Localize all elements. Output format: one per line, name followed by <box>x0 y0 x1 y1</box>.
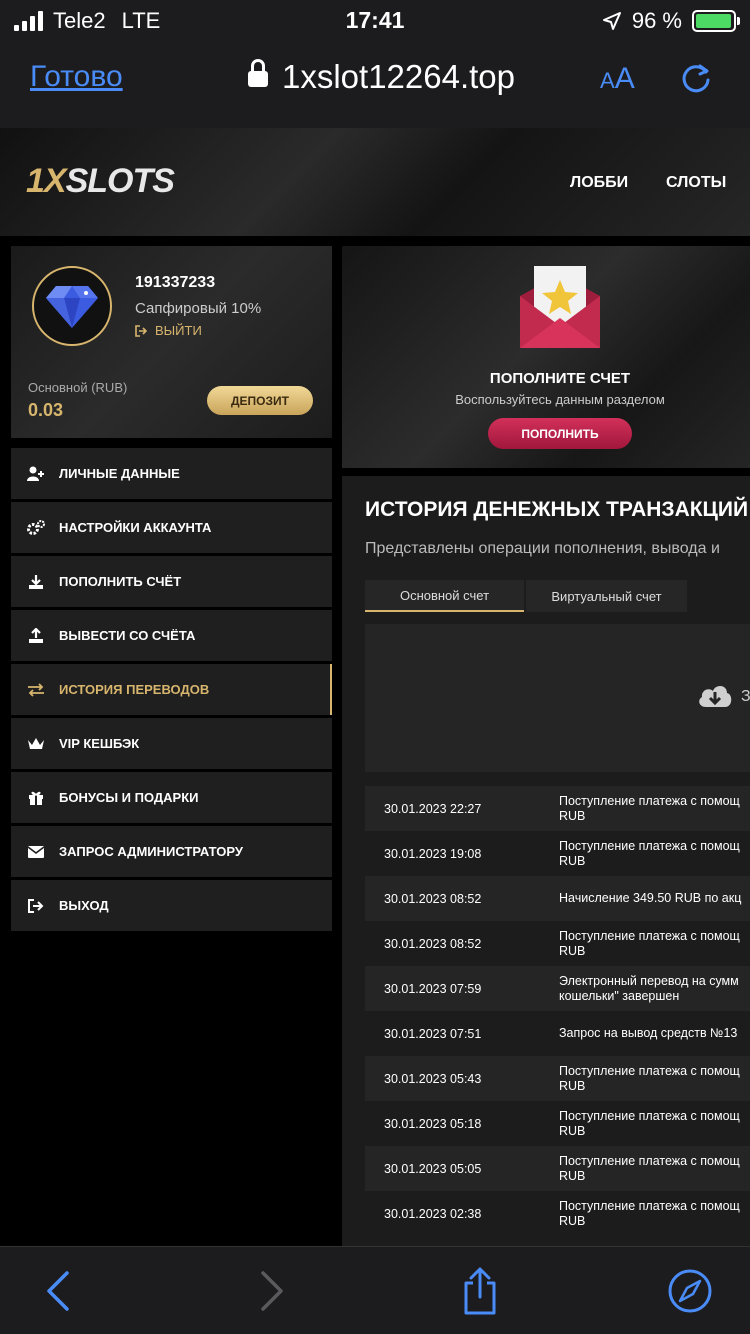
forward-button[interactable] <box>248 1267 296 1315</box>
tab-virtual-account[interactable]: Виртуальный счет <box>526 580 687 612</box>
cloud-download-icon[interactable] <box>697 682 733 708</box>
menu-item-vip-cashback[interactable]: VIP КЕШБЭК <box>11 718 332 769</box>
row-description: Поступление платежа с помощ RUB <box>559 1198 740 1228</box>
table-row: 30.01.2023 05:43 Поступление платежа с по… <box>365 1056 750 1101</box>
row-description: Запрос на вывод средств №13 <box>559 1026 738 1040</box>
table-row: 30.01.2023 22:27 Поступление платежа с по… <box>365 786 750 831</box>
table-row: 30.01.2023 08:52 Начисление 349.50 RUB по… <box>365 876 750 921</box>
upload-icon <box>27 627 45 645</box>
balance-label: Основной (RUB) <box>28 380 128 395</box>
url-text: 1xslot12264.top <box>282 58 516 95</box>
chevron-left-icon <box>47 1271 69 1311</box>
url-field[interactable]: 1xslot12264.top <box>248 58 515 96</box>
battery-percent: 96 % <box>631 8 682 33</box>
row-date: 30.01.2023 05:05 <box>384 1161 482 1176</box>
page-subtitle: Представлены операции пополнения, вывода… <box>365 540 720 557</box>
row-description: Начисление 349.50 RUB по акц <box>559 891 742 905</box>
table-row: 30.01.2023 19:08 Поступление платежа с по… <box>365 831 750 876</box>
share-button[interactable] <box>456 1267 504 1315</box>
row-description: Поступление платежа с помощ RUB <box>559 793 740 823</box>
menu-item-account-settings[interactable]: НАСТРОЙКИ АККАУНТА <box>11 502 332 553</box>
crown-icon <box>27 735 45 753</box>
row-date: 30.01.2023 19:08 <box>384 846 482 861</box>
back-button[interactable] <box>34 1267 82 1315</box>
menu-item-deposit[interactable]: ПОПОЛНИТЬ СЧЁТ <box>11 556 332 607</box>
browser-toolbar <box>0 1246 750 1334</box>
tab-main-account[interactable]: Основной счет <box>365 580 524 612</box>
envelope-icon <box>27 843 45 861</box>
logout-link[interactable]: ВЫЙТИ <box>135 323 202 338</box>
menu-item-admin-request[interactable]: ЗАПРОС АДМИНИСТРАТОРУ <box>11 826 332 877</box>
transaction-history-panel: ИСТОРИЯ ДЕНЕЖНЫХ ТРАНЗАКЦИЙ Представлены… <box>342 476 750 1246</box>
user-add-icon <box>27 465 45 483</box>
gift-icon <box>27 789 45 807</box>
nav-lobby[interactable]: ЛОББИ <box>570 174 628 192</box>
deposit-promo-card: ПОПОЛНИТЕ СЧЕТ Воспользуйтесь данным раз… <box>342 246 750 468</box>
site-header: 1XSLOTS ЛОББИ СЛОТЫ <box>0 128 750 236</box>
row-date: 30.01.2023 08:52 <box>384 936 482 951</box>
menu-item-bonuses[interactable]: БОНУСЫ И ПОДАРКИ <box>11 772 332 823</box>
bookmarks-button[interactable] <box>666 1267 714 1315</box>
exit-icon <box>27 897 45 915</box>
chevron-right-icon <box>261 1271 283 1311</box>
transfer-arrows-icon <box>27 681 45 699</box>
battery-icon <box>692 10 740 32</box>
lock-icon <box>248 59 268 91</box>
profile-card: 191337233 Сапфировый 10% ВЫЙТИ Основной … <box>11 246 332 438</box>
done-button[interactable]: Готово <box>30 60 123 94</box>
balance-value: 0.03 <box>28 400 64 420</box>
location-arrow-icon <box>602 12 621 30</box>
row-date: 30.01.2023 07:51 <box>384 1026 482 1041</box>
menu-item-transfer-history[interactable]: ИСТОРИЯ ПЕРЕВОДОВ <box>11 664 332 715</box>
row-description: Поступление платежа с помощ RUB <box>559 1108 740 1138</box>
deposit-button[interactable]: ДЕПОЗИТ <box>207 386 313 415</box>
page-title: ИСТОРИЯ ДЕНЕЖНЫХ ТРАНЗАКЦИЙ <box>365 498 749 521</box>
account-menu: ЛИЧНЫЕ ДАННЫЕ НАСТРОЙКИ АККАУНТА ПОПОЛНИ… <box>11 448 332 934</box>
row-date: 30.01.2023 22:27 <box>384 801 482 816</box>
site-logo[interactable]: 1XSLOTS <box>26 162 175 201</box>
text-size-button[interactable]: AA <box>600 62 635 96</box>
export-label[interactable]: З <box>741 688 750 706</box>
menu-item-personal-data[interactable]: ЛИЧНЫЕ ДАННЫЕ <box>11 448 332 499</box>
status-bar: Tele2 LTE 17:41 96 % <box>0 0 750 40</box>
row-date: 30.01.2023 05:43 <box>384 1071 482 1086</box>
top-up-button[interactable]: ПОПОЛНИТЬ <box>488 418 632 449</box>
sapphire-diamond-icon <box>46 286 98 328</box>
avatar <box>32 266 112 346</box>
menu-item-exit[interactable]: ВЫХОД <box>11 880 332 931</box>
envelope-star-icon <box>520 266 600 348</box>
table-row: 30.01.2023 05:05 Поступление платежа с по… <box>365 1146 750 1191</box>
share-icon <box>464 1267 496 1315</box>
reload-icon[interactable] <box>678 60 714 96</box>
browser-address-bar: Готово 1xslot12264.top AA <box>0 40 750 128</box>
row-description: Поступление платежа с помощ RUB <box>559 838 740 868</box>
download-icon <box>27 573 45 591</box>
promo-title: ПОПОЛНИТЕ СЧЕТ <box>489 370 631 387</box>
compass-icon <box>668 1269 712 1313</box>
row-date: 30.01.2023 02:38 <box>384 1206 482 1221</box>
table-row: 30.01.2023 05:18 Поступление платежа с по… <box>365 1101 750 1146</box>
row-date: 30.01.2023 07:59 <box>384 981 482 996</box>
table-row: 30.01.2023 02:38 Поступление платежа с по… <box>365 1191 750 1236</box>
user-id: 191337233 <box>135 274 216 291</box>
menu-item-withdraw[interactable]: ВЫВЕСТИ СО СЧЁТА <box>11 610 332 661</box>
vip-level: Сапфировый 10% <box>135 300 262 317</box>
row-date: 30.01.2023 08:52 <box>384 891 482 906</box>
row-description: Электронный перевод на сумм кошельки" за… <box>559 973 739 1003</box>
table-row: 30.01.2023 07:59 Электронный перевод на с… <box>365 966 750 1011</box>
exit-icon <box>135 324 147 337</box>
table-row: 30.01.2023 08:52 Поступление платежа с по… <box>365 921 750 966</box>
row-description: Поступление платежа с помощ RUB <box>559 1063 740 1093</box>
promo-subtitle: Воспользуйтесь данным разделом <box>455 392 665 407</box>
transaction-table: 30.01.2023 22:27 Поступление платежа с по… <box>365 786 750 1236</box>
status-right: 96 % <box>602 8 740 34</box>
row-date: 30.01.2023 05:18 <box>384 1116 482 1131</box>
table-row: 30.01.2023 07:51 Запрос на вывод средств … <box>365 1011 750 1056</box>
row-description: Поступление платежа с помощ RUB <box>559 1153 740 1183</box>
row-description: Поступление платежа с помощ RUB <box>559 928 740 958</box>
gears-icon <box>27 519 45 537</box>
nav-slots[interactable]: СЛОТЫ <box>666 174 726 192</box>
export-area: З <box>365 624 750 772</box>
